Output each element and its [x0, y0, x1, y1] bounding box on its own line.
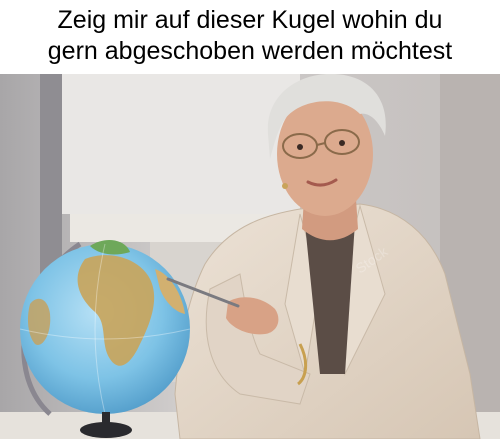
- eye-right: [339, 140, 345, 146]
- caption-line-2: gern abgeschoben werden möchtest: [47, 37, 453, 65]
- stock-photo: Stock: [0, 74, 500, 439]
- earring: [282, 183, 288, 189]
- eye-left: [297, 144, 303, 150]
- window-pane: [60, 74, 300, 214]
- globe-stand-base: [80, 422, 132, 438]
- meme-caption: Zeig mir auf dieser Kugel wohin du gern …: [0, 0, 500, 74]
- caption-line-1: Zeig mir auf dieser Kugel wohin du: [57, 6, 443, 34]
